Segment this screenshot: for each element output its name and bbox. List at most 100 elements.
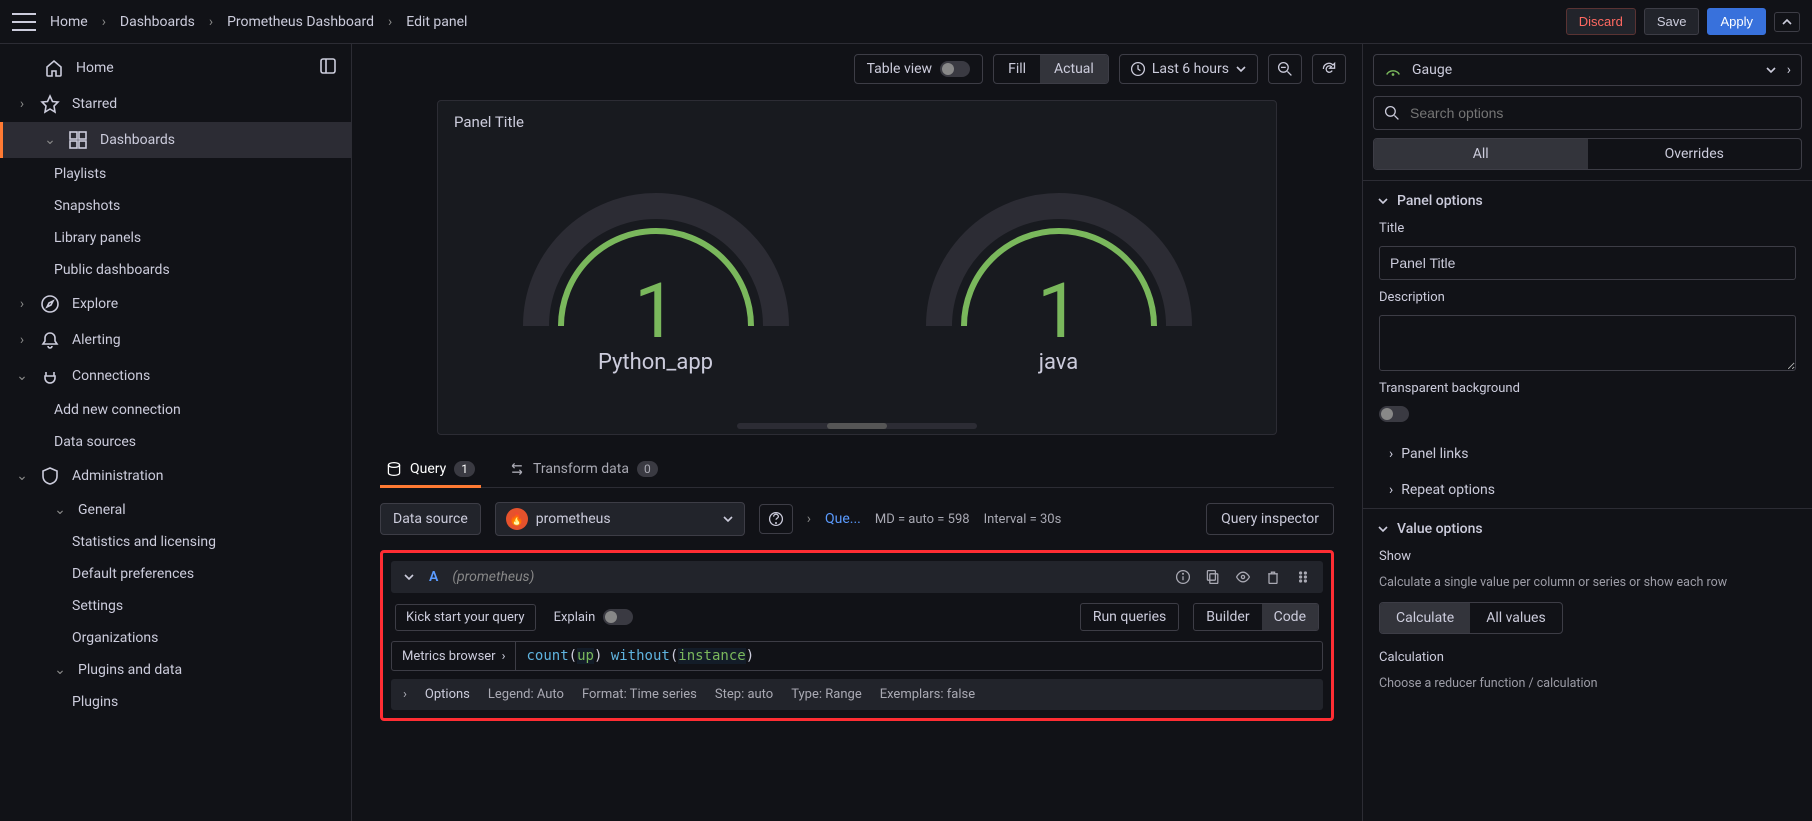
query-tabs: Query 1 Transform data 0 [380, 435, 1334, 488]
sidebar-item-administration[interactable]: ⌄ Administration [0, 458, 351, 494]
sidebar-item-label: Home [76, 60, 114, 76]
sidebar-item-dashboards[interactable]: ⌄ Dashboards [0, 122, 351, 158]
sidebar-item-plugins[interactable]: Plugins [0, 686, 351, 718]
sidebar-item-data-sources[interactable]: Data sources [0, 426, 351, 458]
sidebar-item-add-connection[interactable]: Add new connection [0, 394, 351, 426]
section-panel-options[interactable]: Panel options [1363, 181, 1812, 221]
horizontal-scrollbar[interactable] [737, 423, 977, 429]
sidebar-item-label: Library panels [54, 230, 141, 246]
code-option[interactable]: Code [1262, 604, 1318, 630]
visualization-picker[interactable]: Gauge › [1373, 54, 1802, 86]
metrics-browser-button[interactable]: Metrics browser › [391, 641, 516, 671]
sidebar-item-general[interactable]: ⌄ General [0, 494, 351, 526]
sidebar-item-connections[interactable]: ⌄ Connections [0, 358, 351, 394]
sidebar-item-alerting[interactable]: › Alerting [0, 322, 351, 358]
crumb-home[interactable]: Home [50, 14, 88, 30]
sidebar-item-label: Playlists [54, 166, 106, 182]
drag-handle-icon[interactable] [1295, 569, 1311, 585]
show-label: Show [1379, 549, 1796, 564]
search-options-input[interactable] [1410, 105, 1791, 121]
info-icon[interactable] [1175, 569, 1191, 585]
switch-icon[interactable] [940, 61, 970, 77]
table-view-toggle[interactable]: Table view [854, 54, 984, 84]
sidebar-item-label: Plugins and data [78, 662, 182, 678]
gauge-arc-icon [506, 176, 806, 336]
kick-start-button[interactable]: Kick start your query [395, 604, 536, 631]
sidebar-item-starred[interactable]: › Starred [0, 86, 351, 122]
sidebar-item-label: Plugins [72, 694, 118, 710]
sidebar-item-public-dashboards[interactable]: Public dashboards [0, 254, 351, 286]
section-repeat-options[interactable]: › Repeat options [1363, 472, 1812, 508]
sidebar-item-stats-licensing[interactable]: Statistics and licensing [0, 526, 351, 558]
save-button[interactable]: Save [1644, 8, 1700, 35]
datasource-select[interactable]: 🔥 prometheus [495, 502, 745, 536]
query-options-row[interactable]: › Options Legend: Auto Format: Time seri… [391, 679, 1323, 710]
dock-icon[interactable] [319, 57, 337, 79]
section-title: Panel links [1401, 446, 1468, 462]
time-range-picker[interactable]: Last 6 hours [1119, 54, 1258, 84]
query-code-editor[interactable]: count(up) without(instance) [516, 641, 1323, 671]
all-values-option[interactable]: All values [1470, 603, 1561, 633]
sidebar-item-default-prefs[interactable]: Default preferences [0, 558, 351, 590]
run-queries-button[interactable]: Run queries [1080, 603, 1179, 631]
menu-icon[interactable] [12, 13, 36, 31]
tab-badge: 0 [637, 461, 658, 477]
fill-option[interactable]: Fill [994, 55, 1040, 83]
sidebar-item-label: Default preferences [72, 566, 194, 582]
copy-icon[interactable] [1205, 569, 1221, 585]
plug-icon [40, 366, 60, 386]
transform-icon [509, 461, 525, 477]
explain-label: Explain [554, 610, 596, 625]
actual-option[interactable]: Actual [1040, 55, 1108, 83]
sidebar-item-home[interactable]: Home [0, 50, 351, 86]
crumb-dashboards[interactable]: Dashboards [120, 14, 195, 30]
explain-toggle[interactable]: Explain [554, 609, 634, 625]
nav-sidebar: Home › Starred ⌄ Dashboards Playlists Sn… [0, 44, 352, 821]
sidebar-item-snapshots[interactable]: Snapshots [0, 190, 351, 222]
format-info: Format: Time series [582, 687, 697, 702]
sidebar-item-library-panels[interactable]: Library panels [0, 222, 351, 254]
gauge-label: java [1039, 350, 1079, 375]
title-field-label: Title [1379, 221, 1796, 236]
sidebar-item-plugins-data[interactable]: ⌄ Plugins and data [0, 654, 351, 686]
discard-button[interactable]: Discard [1566, 8, 1636, 35]
title-input[interactable] [1379, 246, 1796, 280]
zoom-out-button[interactable] [1268, 54, 1302, 84]
description-input[interactable] [1379, 315, 1796, 371]
sidebar-item-playlists[interactable]: Playlists [0, 158, 351, 190]
query-ref-id: A [429, 569, 438, 585]
eye-icon[interactable] [1235, 569, 1251, 585]
query-row-header[interactable]: A (prometheus) [391, 561, 1323, 593]
refresh-button[interactable] [1312, 54, 1346, 84]
panel-preview: Panel Title 1 Python_app 1 jav [437, 100, 1277, 435]
calculate-option[interactable]: Calculate [1380, 603, 1470, 633]
chevron-right-icon: › [102, 14, 106, 30]
tab-query[interactable]: Query 1 [380, 451, 481, 487]
sidebar-item-settings[interactable]: Settings [0, 590, 351, 622]
query-short-label[interactable]: Que... [825, 511, 861, 527]
chevron-right-icon[interactable]: › [1787, 62, 1791, 78]
section-value-options[interactable]: Value options [1363, 509, 1812, 549]
collapse-panel-button[interactable] [1774, 12, 1800, 32]
trash-icon[interactable] [1265, 569, 1281, 585]
search-options[interactable] [1373, 96, 1802, 130]
datasource-label: Data source [380, 503, 481, 535]
all-tab[interactable]: All [1374, 139, 1588, 169]
query-inspector-button[interactable]: Query inspector [1206, 503, 1334, 535]
sidebar-item-organizations[interactable]: Organizations [0, 622, 351, 654]
chevron-right-icon: › [209, 14, 213, 30]
apply-button[interactable]: Apply [1707, 8, 1766, 35]
section-panel-links[interactable]: › Panel links [1363, 436, 1812, 472]
sidebar-item-label: Public dashboards [54, 262, 170, 278]
gauge-icon [1384, 61, 1402, 79]
tab-transform[interactable]: Transform data 0 [503, 451, 664, 487]
sidebar-item-explore[interactable]: › Explore [0, 286, 351, 322]
crumb-dashboard-name[interactable]: Prometheus Dashboard [227, 14, 374, 30]
builder-option[interactable]: Builder [1194, 604, 1261, 630]
chevron-right-icon: › [16, 332, 28, 348]
overrides-tab[interactable]: Overrides [1588, 139, 1802, 169]
switch-icon[interactable] [603, 609, 633, 625]
datasource-help-button[interactable] [759, 504, 793, 534]
transparent-bg-toggle[interactable] [1379, 406, 1409, 422]
type-info: Type: Range [791, 687, 861, 702]
